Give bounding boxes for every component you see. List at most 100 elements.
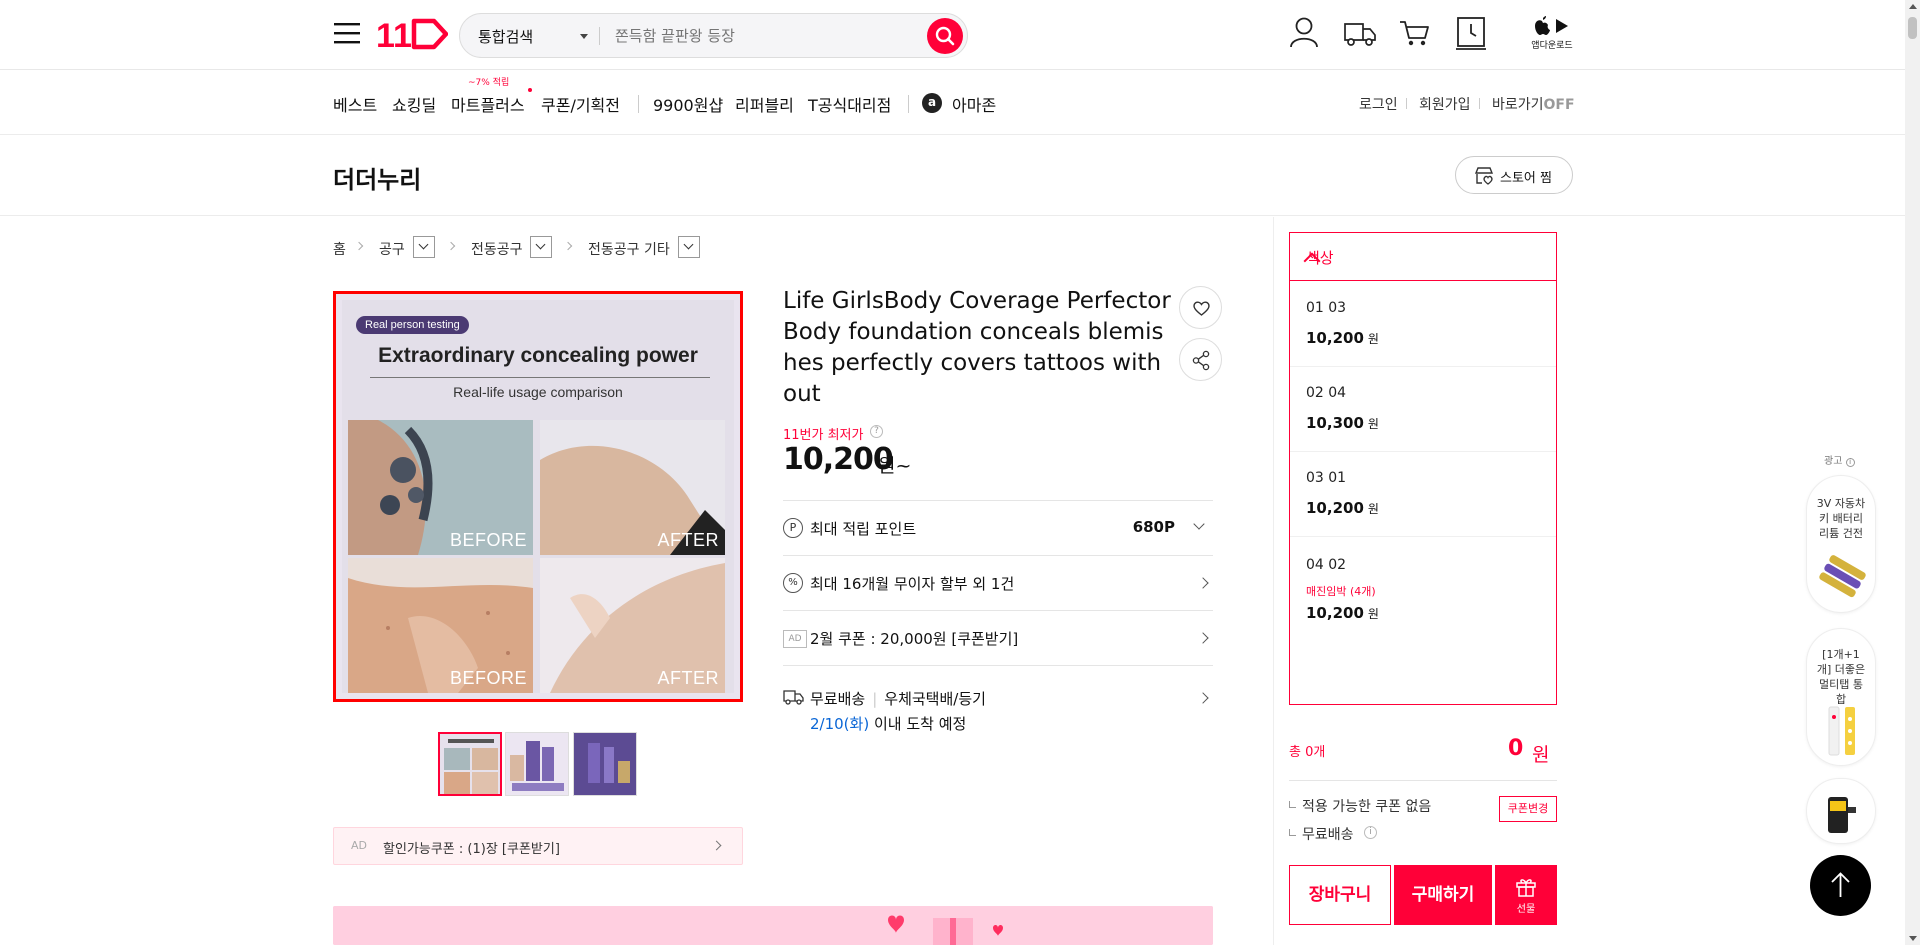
scroll-to-top-button[interactable] [1810,855,1871,916]
gnb-item-t-official[interactable]: T공식대리점 [808,92,891,116]
option-price-value: 10,200 [1306,604,1364,622]
scroll-thumb[interactable] [1908,17,1917,39]
menu-icon[interactable] [334,21,360,45]
points-label: 최대 적립 포인트 [810,520,917,538]
gnb-item-coupon[interactable]: 쿠폰/기획전 [541,92,620,116]
shipping-row[interactable]: 무료배송 | 우체국택배/등기 2/10(화) 이내 도착 예정 [783,665,1213,740]
help-icon[interactable]: ? [870,425,883,438]
option-panel: 색상 01 03 10,200 원 02 04 10,300 원 03 01 10,… [1289,232,1557,705]
user-icon[interactable] [1289,16,1319,48]
option-name: 02 04 [1306,385,1347,401]
recent-history-icon[interactable] [1456,16,1486,50]
store-bar: 더더누리 스토어 찜 [0,136,1905,216]
gift-icon [1516,879,1536,897]
join-link[interactable]: 회원가입 [1419,94,1471,114]
shipping-info: 무료배송 | 우체국택배/등기 [810,690,986,708]
tool-product-image [1828,797,1856,833]
gnb-item-9900shop[interactable]: 9900원샵 [653,92,723,116]
gnb-divider [908,95,909,113]
battery-product-image [1819,555,1866,598]
summary-divider [1289,780,1557,781]
search-button[interactable] [927,18,963,54]
option-price-value: 10,200 [1306,329,1364,347]
gnb-item-refurbly[interactable]: 리퍼블리 [735,92,794,116]
side-ad-title: 3V 자동차 키 배터리 리튬 건전 [1816,497,1866,540]
add-to-cart-button[interactable]: 장바구니 [1289,865,1391,925]
no-coupon-text: 적용 가능한 쿠폰 없음 [1289,796,1431,816]
coupon-change-button[interactable]: 쿠폰변경 [1499,796,1557,822]
product-image-frame: Real person testing Extraordinary concea… [342,300,734,693]
arrow-up-icon [1831,872,1850,897]
option-item[interactable]: 03 01 10,200 원 [1290,452,1556,537]
shortcut-toggle[interactable]: 바로가기OFF [1492,94,1575,114]
breadcrumb-level2[interactable]: 전동공구 [471,239,523,259]
gnb-item-amazon[interactable]: 아마존 [952,92,996,116]
gift-button[interactable]: 선물 [1495,865,1557,925]
login-link[interactable]: 로그인 [1359,94,1398,114]
store-name[interactable]: 더더누리 [333,160,421,195]
global-nav: 베스트 쇼킹딜 ~7% 적립 마트플러스 쿠폰/기획전 9900원샵 리퍼블리 … [0,71,1905,135]
option-price: 10,300 원 [1306,414,1379,432]
before-label: BEFORE [449,668,527,688]
points-icon: P [783,518,803,538]
installment-row[interactable]: % 최대 16개월 무이자 할부 외 1건 [783,555,1213,610]
cart-icon[interactable] [1399,18,1431,48]
search-input[interactable] [615,24,915,48]
gnb-divider [638,95,639,113]
product-thumbnail-3[interactable] [573,732,637,796]
wishlist-button[interactable] [1179,286,1222,329]
after-label: AFTER [657,530,719,550]
gnb-item-mart-plus[interactable]: 마트플러스 [451,92,525,116]
monthly-coupon-row[interactable]: AD 2월 쿠폰 : 20,000원 [쿠폰받기] [783,610,1213,665]
product-title: Life GirlsBody Coverage Perfector Body f… [783,288,1171,407]
product-main-image[interactable]: Real person testing Extraordinary concea… [333,291,743,702]
side-ad-card[interactable] [1806,778,1876,844]
option-price-unit: 원 [1367,607,1379,621]
option-name: 03 01 [1306,470,1347,486]
scroll-up-arrow[interactable] [1909,4,1917,9]
power-strip-image [1828,706,1855,756]
buy-now-button[interactable]: 구매하기 [1394,865,1492,925]
points-row[interactable]: P 최대 적립 포인트 680P [783,500,1213,555]
option-price-unit: 원 [1367,332,1379,346]
share-button[interactable] [1179,338,1222,381]
option-price-value: 10,300 [1306,414,1364,432]
breadcrumb-dropdown[interactable] [678,236,700,258]
arrival-text: 이내 도착 예정 [873,715,967,733]
store-favorite-button[interactable]: 스토어 찜 [1455,156,1573,194]
option-header[interactable]: 색상 [1290,233,1556,281]
breadcrumb-dropdown[interactable] [413,236,435,258]
app-download-link[interactable]: 앱다운로드 [1530,16,1574,51]
side-ad-card[interactable]: [1개+1개] 더좋은 멀티탭 통합 [1806,628,1876,766]
product-thumbnail-2[interactable] [505,732,569,796]
breadcrumb-home[interactable]: 홈 [333,239,346,259]
gnb-item-shocking-deal[interactable]: 쇼킹딜 [392,92,436,116]
promo-banner[interactable] [333,906,1213,945]
discount-coupon-bar[interactable]: AD 할인가능쿠폰 : (1)장 [쿠폰받기] [333,827,743,865]
installment-text: 최대 16개월 무이자 할부 외 1건 [810,575,1015,593]
site-logo[interactable]: 11 [376,17,448,51]
breadcrumb-level3[interactable]: 전동공구 기타 [588,239,670,259]
scroll-down-arrow[interactable] [1909,936,1917,941]
product-thumbnail-1[interactable] [438,732,502,796]
util-divider [1406,98,1407,109]
option-item[interactable]: 02 04 10,300 원 [1290,367,1556,452]
breadcrumb-dropdown[interactable] [530,236,552,258]
search-scope-select[interactable]: 통합검색 [478,26,533,47]
side-ad-card[interactable]: 3V 자동차 키 배터리 리튬 건전 [1806,475,1876,613]
points-value: 680P [1132,518,1175,536]
heart-icon [1193,301,1210,316]
search-bar: 통합검색 [459,13,968,58]
delivery-truck-icon[interactable] [1343,18,1377,48]
image-title: Extraordinary concealing power [378,344,698,367]
option-price: 10,200 원 [1306,604,1379,622]
option-item[interactable]: 01 03 10,200 원 [1290,282,1556,367]
breadcrumb-level1[interactable]: 공구 [379,239,405,259]
search-divider [599,27,600,45]
ad-column-label: 광고 i [1824,452,1855,467]
option-item[interactable]: 04 02 매진임박 (4개) 10,200 원 [1290,537,1556,647]
percent-icon: % [783,573,803,593]
page-scrollbar[interactable] [1905,0,1920,945]
info-icon[interactable]: i [1364,826,1377,839]
gnb-item-best[interactable]: 베스트 [333,92,377,116]
